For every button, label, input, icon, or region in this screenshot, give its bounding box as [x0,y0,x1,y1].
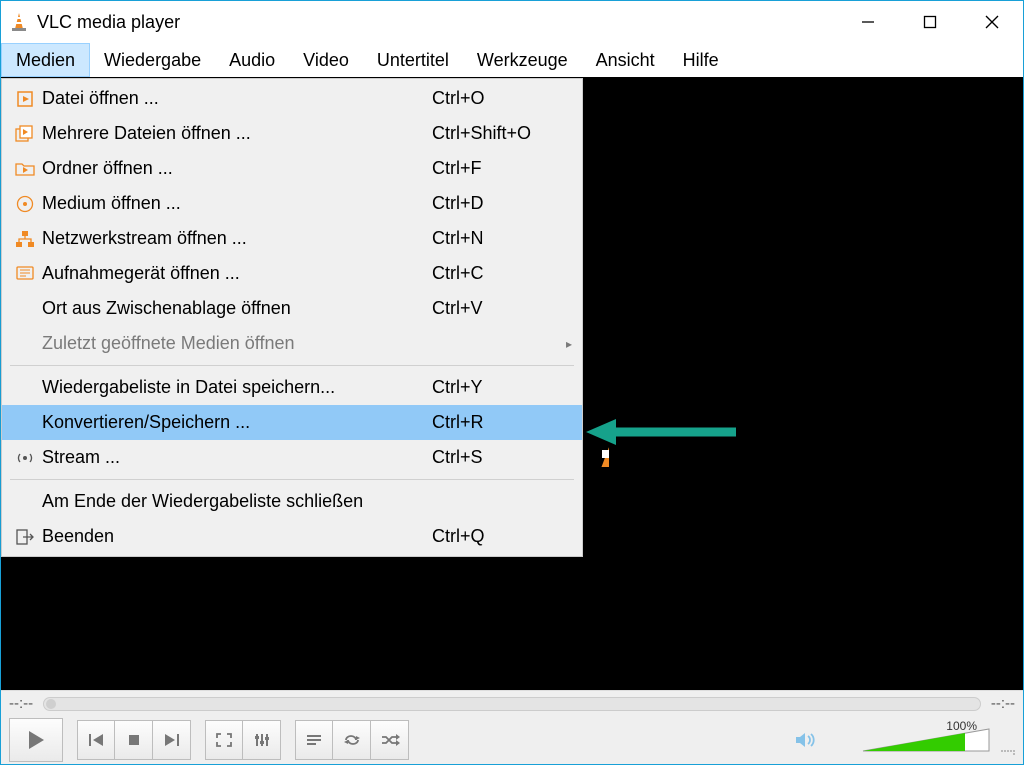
playlist-button[interactable] [295,720,333,760]
files-play-icon [8,125,42,143]
exit-icon [8,529,42,545]
volume-slider[interactable] [861,725,991,755]
menu-item-save-playlist[interactable]: Wiedergabeliste in Datei speichern... Ct… [2,370,582,405]
window-title: VLC media player [37,12,180,33]
player-controls: --:-- --:-- [1,690,1023,764]
menu-separator [10,365,574,366]
menu-item-open-from-clipboard[interactable]: Ort aus Zwischenablage öffnen Ctrl+V [2,291,582,326]
menu-ansicht[interactable]: Ansicht [582,43,669,77]
submenu-caret-icon: ▸ [566,337,572,351]
menu-item-stream[interactable]: Stream ... Ctrl+S [2,440,582,475]
time-total: --:-- [991,695,1015,712]
maximize-button[interactable] [899,1,961,43]
extended-settings-button[interactable] [243,720,281,760]
menu-medien[interactable]: Medien [1,43,90,77]
network-icon [8,230,42,248]
video-viewport: Datei öffnen ... Ctrl+O Mehrere Dateien … [1,77,1023,690]
next-button[interactable] [153,720,191,760]
shuffle-button[interactable] [371,720,409,760]
menu-item-quit-at-playlist-end[interactable]: Am Ende der Wiedergabeliste schließen [2,484,582,519]
vlc-cone-background-icon [584,432,609,467]
fullscreen-button[interactable] [205,720,243,760]
menu-audio[interactable]: Audio [215,43,289,77]
menu-item-open-folder[interactable]: Ordner öffnen ... Ctrl+F [2,151,582,186]
previous-button[interactable] [77,720,115,760]
speaker-icon[interactable] [794,730,818,750]
menu-bar: Medien Wiedergabe Audio Video Untertitel… [1,43,1023,77]
stop-button[interactable] [115,720,153,760]
title-bar: VLC media player [1,1,1023,43]
menu-item-recent-media: Zuletzt geöffnete Medien öffnen ▸ [2,326,582,361]
menu-item-open-multiple-files[interactable]: Mehrere Dateien öffnen ... Ctrl+Shift+O [2,116,582,151]
time-elapsed: --:-- [9,695,33,712]
vlc-cone-icon [9,11,29,33]
menu-item-open-capture-device[interactable]: Aufnahmegerät öffnen ... Ctrl+C [2,256,582,291]
capture-device-icon [8,266,42,282]
menu-item-quit[interactable]: Beenden Ctrl+Q [2,519,582,554]
menu-untertitel[interactable]: Untertitel [363,43,463,77]
menu-item-open-network-stream[interactable]: Netzwerkstream öffnen ... Ctrl+N [2,221,582,256]
menu-separator [10,479,574,480]
menu-wiedergabe[interactable]: Wiedergabe [90,43,215,77]
play-button[interactable] [9,718,63,762]
menu-werkzeuge[interactable]: Werkzeuge [463,43,582,77]
minimize-button[interactable] [837,1,899,43]
file-play-icon [8,90,42,108]
close-button[interactable] [961,1,1023,43]
menu-hilfe[interactable]: Hilfe [669,43,733,77]
loop-button[interactable] [333,720,371,760]
menu-video[interactable]: Video [289,43,363,77]
menu-item-open-disc[interactable]: Medium öffnen ... Ctrl+D [2,186,582,221]
disc-icon [8,195,42,213]
folder-play-icon [8,161,42,177]
resize-grip-icon[interactable] [1001,741,1015,755]
menu-item-open-file[interactable]: Datei öffnen ... Ctrl+O [2,81,582,116]
seek-slider[interactable] [43,697,981,711]
stream-icon [8,451,42,465]
app-window: VLC media player Medien Wiedergabe Audio… [0,0,1024,765]
menu-item-convert-save[interactable]: Konvertieren/Speichern ... Ctrl+R [2,405,582,440]
window-controls [837,1,1023,43]
medien-dropdown-menu: Datei öffnen ... Ctrl+O Mehrere Dateien … [1,78,583,557]
